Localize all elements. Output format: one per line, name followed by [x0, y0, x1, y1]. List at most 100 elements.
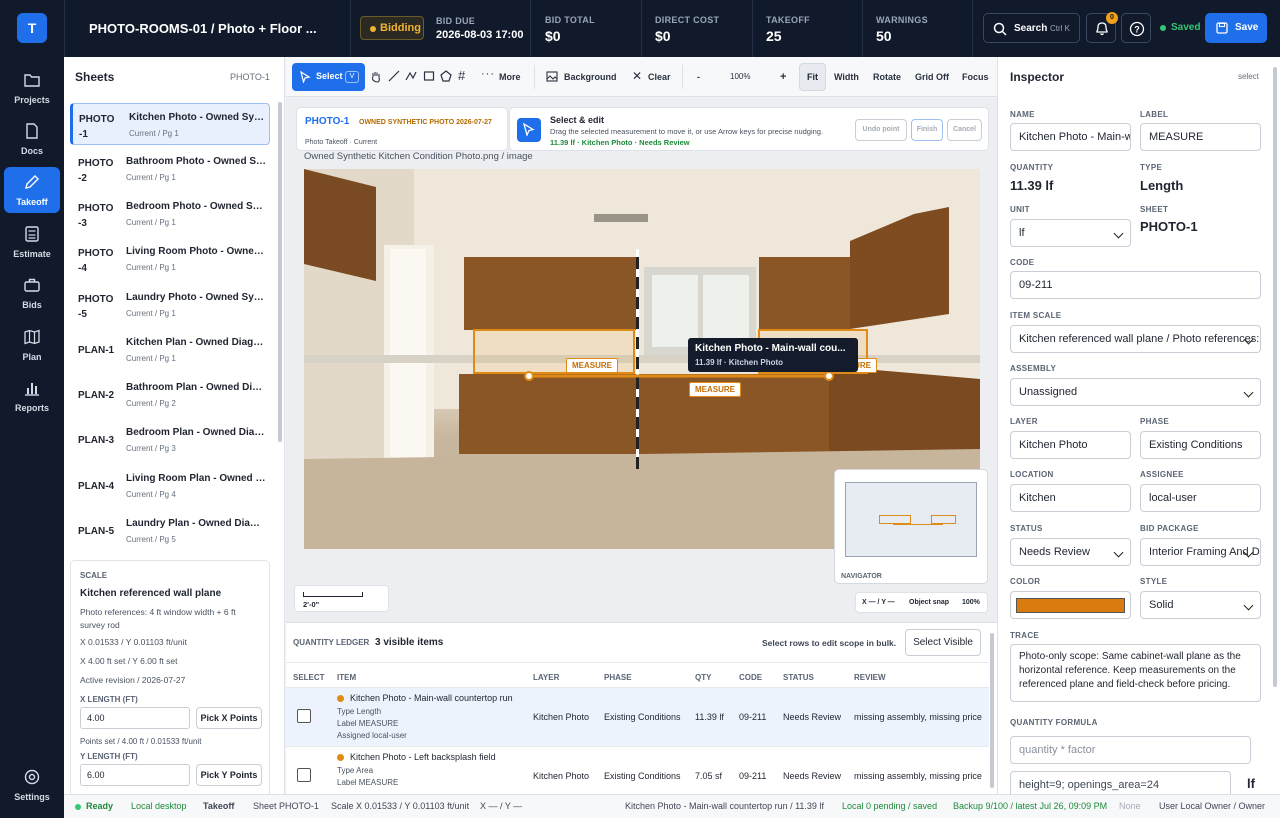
- sheet-item[interactable]: PLAN-5 Laundry Plan - Owned Diagram Curr…: [70, 510, 270, 552]
- notifications-button[interactable]: 0: [1086, 12, 1118, 43]
- location-field[interactable]: Kitchen: [1010, 484, 1131, 512]
- nav-settings[interactable]: Settings: [4, 762, 60, 808]
- polyline-tool-icon[interactable]: [405, 70, 417, 82]
- nav-docs[interactable]: Docs: [4, 116, 60, 162]
- sheet-item[interactable]: PLAN-4 Living Room Plan - Owned Diagram …: [70, 465, 270, 507]
- nav-takeoff[interactable]: Takeoff: [4, 167, 60, 213]
- color-swatch[interactable]: [1010, 591, 1131, 619]
- quantity-formula-input[interactable]: quantity * factor: [1010, 736, 1251, 764]
- phase-field[interactable]: Existing Conditions: [1140, 431, 1261, 459]
- navigator[interactable]: NAVIGATOR: [834, 469, 988, 584]
- scale-bar: 2'-0": [294, 585, 389, 612]
- sheet-item[interactable]: PHOTO-5 Laundry Photo - Owned Synthetic …: [70, 284, 270, 326]
- select-tool-button[interactable]: Select V: [292, 63, 365, 91]
- focus-button[interactable]: Focus: [962, 67, 989, 87]
- count-tool-icon[interactable]: #: [458, 68, 465, 83]
- zoom-in-button[interactable]: +: [780, 67, 786, 87]
- sheet-item[interactable]: PHOTO-3 Bedroom Photo - Owned Synthetic …: [70, 193, 270, 235]
- calculator-icon: [25, 226, 39, 242]
- trace-textarea[interactable]: Photo-only scope: Same cabinet-wall plan…: [1010, 644, 1261, 702]
- sheets-scrollbar[interactable]: [278, 102, 282, 442]
- sheet-label: SHEET: [1140, 205, 1169, 214]
- line-tool-icon[interactable]: [388, 70, 400, 82]
- cancel-button[interactable]: Cancel: [947, 119, 982, 141]
- toolbar-divider: [682, 65, 683, 89]
- zoom-out-button[interactable]: -: [697, 67, 700, 87]
- assembly-select[interactable]: Unassigned: [1010, 378, 1261, 406]
- y-length-input[interactable]: 6.00: [80, 764, 190, 786]
- bid-package-select[interactable]: Interior Framing And Drywall: [1140, 538, 1261, 566]
- assembly-label: ASSEMBLY: [1010, 364, 1057, 373]
- finish-button[interactable]: Finish: [911, 119, 943, 141]
- nav-projects[interactable]: Projects: [4, 65, 60, 111]
- item-scale-select[interactable]: Kitchen referenced wall plane / Photo re…: [1010, 325, 1261, 353]
- hand-tool-icon[interactable]: [370, 70, 382, 83]
- measure-tag[interactable]: MEASURE: [689, 382, 742, 397]
- fit-button[interactable]: Fit: [799, 63, 826, 91]
- inspector-scrollbar[interactable]: [1273, 67, 1277, 687]
- nav-plan[interactable]: Plan: [4, 322, 60, 368]
- sheet-item[interactable]: PHOTO-2 Bathroom Photo - Owned Synthetic…: [70, 148, 270, 190]
- row-checkbox[interactable]: [297, 709, 311, 723]
- app-logo[interactable]: T: [17, 13, 47, 43]
- table-row[interactable]: Kitchen Photo - Left backsplash field Ty…: [286, 747, 989, 795]
- assignee-field[interactable]: local-user: [1140, 484, 1261, 512]
- help-icon: ?: [1129, 21, 1145, 37]
- grid-toggle-button[interactable]: Grid Off: [915, 67, 949, 87]
- sheet-item[interactable]: PLAN-2 Bathroom Plan - Owned Diagram Cur…: [70, 374, 270, 416]
- canvas-zoom: 100%: [962, 599, 980, 606]
- nav-bids[interactable]: Bids: [4, 270, 60, 316]
- help-button[interactable]: ?: [1121, 13, 1151, 43]
- nav-reports[interactable]: Reports: [4, 373, 60, 419]
- save-button[interactable]: Save: [1205, 13, 1267, 43]
- gear-icon: [24, 769, 40, 785]
- scale-label: SCALE: [80, 571, 108, 580]
- cursor-icon: [300, 71, 311, 83]
- nav-estimate[interactable]: Estimate: [4, 219, 60, 265]
- rotate-button[interactable]: Rotate: [873, 67, 901, 87]
- current-sheet-label: PHOTO-1: [230, 72, 270, 82]
- name-field[interactable]: Kitchen Photo - Main-wall countertop run: [1010, 123, 1131, 151]
- sheet-item[interactable]: PHOTO-1 Kitchen Photo - Owned Synthetic …: [70, 103, 270, 145]
- project-title[interactable]: PHOTO-ROOMS-01 / Photo + Floor ...: [89, 21, 317, 36]
- bid-total-label: BID TOTAL: [545, 15, 595, 25]
- clear-button[interactable]: Clear: [648, 67, 671, 87]
- row-checkbox[interactable]: [297, 768, 311, 782]
- coords-status: X — / Y —: [480, 801, 523, 811]
- label-field[interactable]: MEASURE: [1140, 123, 1261, 151]
- navigator-viewport[interactable]: [845, 482, 977, 557]
- measure-tag[interactable]: MEASURE: [566, 358, 619, 373]
- table-row[interactable]: Kitchen Photo - Main-wall countertop run…: [286, 688, 989, 747]
- unit-select[interactable]: lf: [1010, 219, 1131, 247]
- pick-x-points-button[interactable]: Pick X Points: [196, 707, 262, 729]
- code-field[interactable]: 09-211: [1010, 271, 1261, 299]
- canvas-status-pill: X — / Y — Object snap 100%: [855, 592, 988, 613]
- status-bar: Ready Local desktop Takeoff Sheet PHOTO-…: [64, 794, 1280, 818]
- takeoff-label: TAKEOFF: [766, 15, 810, 25]
- search-icon: [993, 22, 1007, 36]
- object-snap-toggle[interactable]: Object snap: [909, 599, 949, 606]
- status-badge[interactable]: Bidding: [360, 16, 424, 40]
- more-tools-button[interactable]: More: [499, 67, 521, 87]
- sheet-item[interactable]: PHOTO-4 Living Room Photo - Owned Synthe…: [70, 238, 270, 280]
- ledger-scrollbar[interactable]: [990, 633, 994, 788]
- quantity-label: QUANTITY: [1010, 163, 1054, 172]
- sheet-card[interactable]: PHOTO-1 OWNED SYNTHETIC PHOTO 2026-07-27…: [296, 107, 508, 151]
- polygon-tool-icon[interactable]: [440, 70, 452, 82]
- layer-field[interactable]: Kitchen Photo: [1010, 431, 1131, 459]
- undo-point-button[interactable]: Undo point: [855, 119, 907, 141]
- background-button[interactable]: Background: [564, 67, 617, 87]
- rectangle-tool-icon[interactable]: [423, 70, 435, 82]
- select-visible-button[interactable]: Select Visible: [905, 629, 981, 656]
- pick-y-points-button[interactable]: Pick Y Points: [196, 764, 262, 786]
- width-button[interactable]: Width: [834, 67, 859, 87]
- style-select[interactable]: Solid: [1140, 591, 1261, 619]
- sheet-item[interactable]: PLAN-3 Bedroom Plan - Owned Diagram Curr…: [70, 419, 270, 461]
- x-length-input[interactable]: 4.00: [80, 707, 190, 729]
- search-button[interactable]: Search Ctrl K: [983, 13, 1080, 43]
- navigator-measure-line: [893, 524, 943, 525]
- sheet-item[interactable]: PLAN-1 Kitchen Plan - Owned Diagram Curr…: [70, 329, 270, 371]
- svg-text:?: ?: [1134, 25, 1140, 35]
- status-select[interactable]: Needs Review: [1010, 538, 1131, 566]
- warnings-label: WARNINGS: [876, 15, 928, 25]
